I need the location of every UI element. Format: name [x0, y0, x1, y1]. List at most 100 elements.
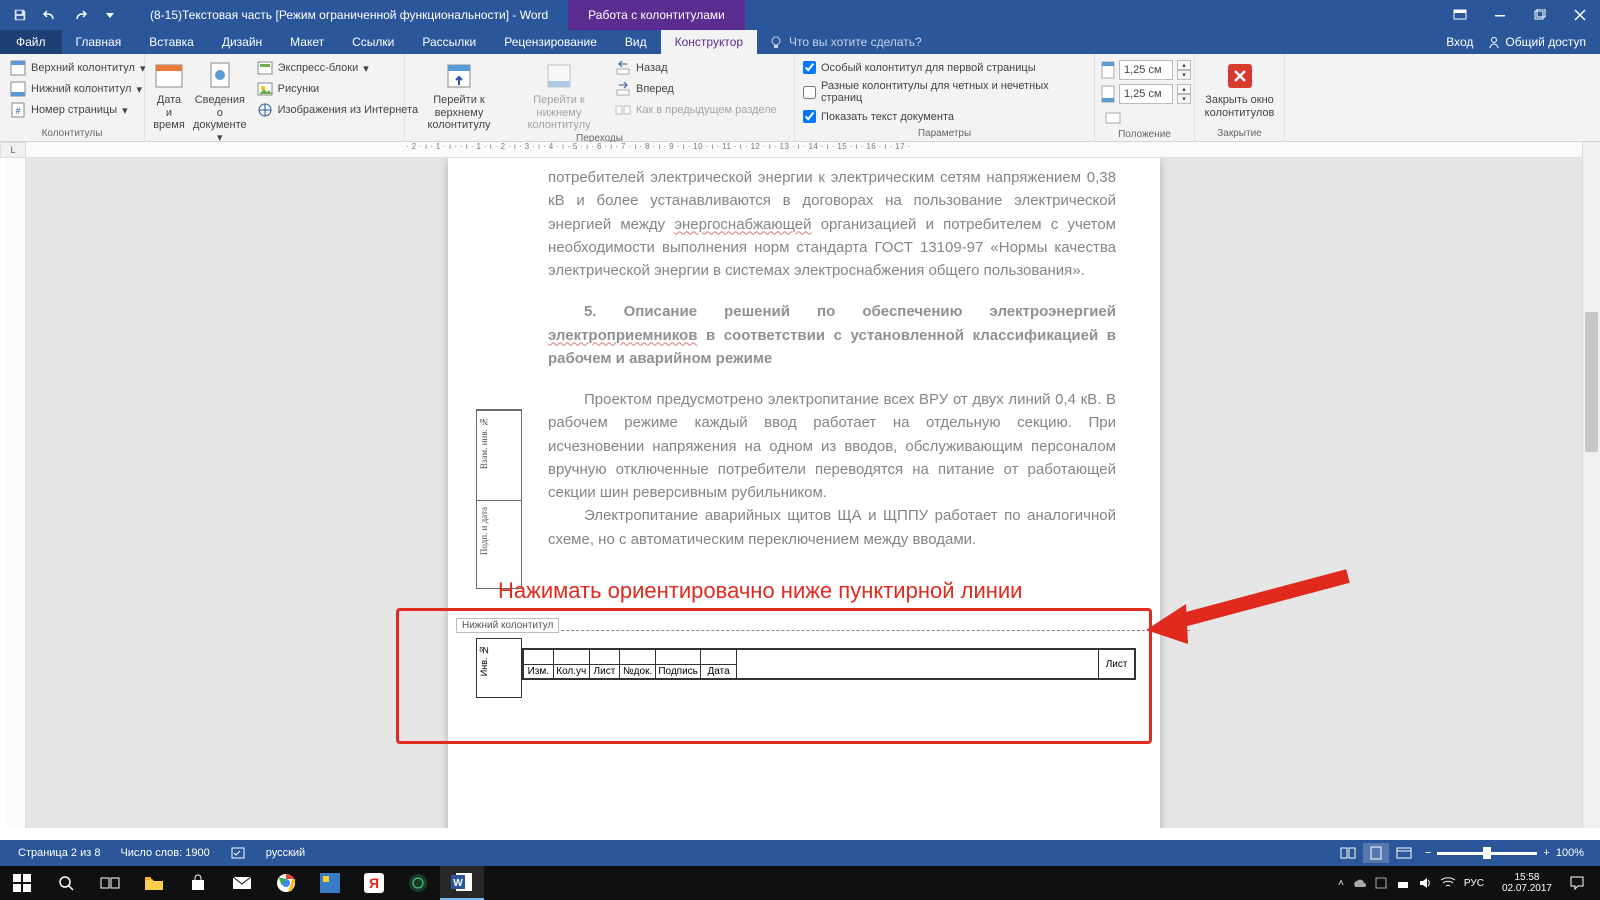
app-icon-1[interactable]: [308, 866, 352, 900]
show-doc-text-checkbox[interactable]: Показать текст документа: [801, 109, 1088, 124]
save-icon[interactable]: [6, 2, 34, 28]
wifi-icon[interactable]: [1440, 877, 1456, 889]
page-indicator[interactable]: Страница 2 из 8: [8, 847, 110, 859]
ribbon: Верхний колонтитул ▾ Нижний колонтитул ▾…: [0, 54, 1600, 142]
network-icon[interactable]: [1396, 876, 1410, 890]
share-icon: [1487, 35, 1501, 49]
maximize-icon[interactable]: [1520, 0, 1560, 30]
word-icon[interactable]: W: [440, 866, 484, 900]
chrome-icon[interactable]: [264, 866, 308, 900]
online-pictures-button[interactable]: Изображения из Интернета: [253, 100, 422, 120]
side-stamp-upper: Взам. инв. № Подп. и дата: [476, 409, 522, 589]
header-button[interactable]: Верхний колонтитул ▾: [6, 58, 149, 78]
ribbon-options-icon[interactable]: [1440, 0, 1480, 30]
tray-chevron-icon[interactable]: ˄: [1338, 878, 1344, 889]
tab-mailings[interactable]: Рассылки: [408, 30, 490, 54]
tab-design[interactable]: Дизайн: [208, 30, 276, 54]
horizontal-ruler[interactable]: · 2 · ı · 1 · ı · · ı · 1 · ı · 2 · ı · …: [26, 142, 1582, 158]
share-button[interactable]: Общий доступ: [1487, 35, 1586, 49]
zoom-value[interactable]: 100%: [1556, 847, 1584, 859]
link-previous-button: Как в предыдущем разделе: [611, 100, 781, 120]
zoom-slider[interactable]: [1437, 852, 1537, 855]
tell-me-box[interactable]: Что вы хотите сделать?: [757, 30, 934, 54]
yandex-icon[interactable]: Я: [352, 866, 396, 900]
zoom-out-icon[interactable]: −: [1425, 847, 1431, 859]
app-icon-2[interactable]: [396, 866, 440, 900]
close-header-footer-button[interactable]: Закрыть окно колонтитулов: [1201, 58, 1278, 119]
onedrive-icon[interactable]: [1352, 876, 1366, 890]
different-first-page-checkbox[interactable]: Особый колонтитул для первой страницы: [801, 60, 1088, 75]
task-view-icon[interactable]: [88, 866, 132, 900]
footer-button[interactable]: Нижний колонтитул ▾: [6, 79, 149, 99]
vertical-scrollbar[interactable]: [1582, 142, 1600, 828]
explorer-icon[interactable]: [132, 866, 176, 900]
date-time-button[interactable]: Дата и время: [151, 58, 187, 132]
spellcheck-icon[interactable]: [220, 846, 256, 860]
goto-header-button[interactable]: Перейти к верхнему колонтитулу: [411, 58, 507, 132]
ribbon-tabs: Файл Главная Вставка Дизайн Макет Ссылки…: [0, 30, 1600, 54]
document-area[interactable]: потребителей электрической энергии к эле…: [26, 158, 1582, 828]
next-button[interactable]: Вперед: [611, 79, 781, 99]
tab-file[interactable]: Файл: [0, 30, 62, 54]
odd-even-checkbox[interactable]: Разные колонтитулы для четных и нечетных…: [801, 79, 1088, 105]
insert-tab-button[interactable]: [1101, 108, 1191, 128]
tell-me-placeholder: Что вы хотите сделать?: [789, 35, 922, 49]
group-headers-footers: Верхний колонтитул ▾ Нижний колонтитул ▾…: [0, 54, 145, 141]
zoom-in-icon[interactable]: +: [1543, 847, 1549, 859]
print-layout-icon[interactable]: [1363, 843, 1389, 863]
scrollbar-thumb[interactable]: [1585, 312, 1598, 452]
clock[interactable]: 15:58 02.07.2017: [1494, 872, 1560, 894]
mail-icon[interactable]: [220, 866, 264, 900]
tab-view[interactable]: Вид: [611, 30, 661, 54]
web-layout-icon[interactable]: [1391, 843, 1417, 863]
tab-references[interactable]: Ссылки: [338, 30, 408, 54]
svg-text:W: W: [453, 878, 463, 889]
svg-text:#: #: [15, 106, 20, 116]
start-button[interactable]: [0, 866, 44, 900]
language-indicator[interactable]: русский: [256, 847, 315, 859]
annotation-text: Нажимать ориентировачно ниже пунктирной …: [498, 578, 1140, 604]
redo-icon[interactable]: [66, 2, 94, 28]
system-tray[interactable]: ˄ РУС: [1328, 876, 1494, 890]
vertical-ruler[interactable]: [6, 158, 26, 828]
tab-layout[interactable]: Макет: [276, 30, 338, 54]
group-options: Особый колонтитул для первой страницы Ра…: [795, 54, 1095, 141]
language-icon[interactable]: РУС: [1464, 878, 1484, 889]
undo-icon[interactable]: [36, 2, 64, 28]
group-insert: Дата и время Сведения о документе ▾ Эксп…: [145, 54, 405, 141]
status-bar: Страница 2 из 8 Число слов: 1900 русский…: [0, 840, 1600, 866]
document-title: (8-15)Текстовая часть [Режим ограниченно…: [130, 8, 568, 22]
pictures-button[interactable]: Рисунки: [253, 79, 422, 99]
quick-parts-button[interactable]: Экспресс-блоки ▾: [253, 58, 422, 78]
page-number-button[interactable]: #Номер страницы ▾: [6, 100, 149, 120]
search-icon[interactable]: [44, 866, 88, 900]
page-body[interactable]: потребителей электрической энергии к эле…: [448, 158, 1160, 551]
qat-dropdown-icon[interactable]: [96, 2, 124, 28]
tab-home[interactable]: Главная: [62, 30, 136, 54]
tab-design-tools[interactable]: Конструктор: [661, 30, 757, 54]
svg-text:Я: Я: [369, 875, 379, 891]
tab-review[interactable]: Рецензирование: [490, 30, 611, 54]
close-icon[interactable]: [1560, 0, 1600, 30]
zoom-control[interactable]: − + 100%: [1417, 847, 1592, 859]
goto-footer-button: Перейти к нижнему колонтитулу: [511, 58, 607, 132]
store-icon[interactable]: [176, 866, 220, 900]
windows-taskbar: Я W ˄ РУС 15:58 02.07.2017: [0, 866, 1600, 900]
word-count[interactable]: Число слов: 1900: [110, 847, 219, 859]
previous-button[interactable]: Назад: [611, 58, 781, 78]
minimize-icon[interactable]: [1480, 0, 1520, 30]
volume-icon[interactable]: [1418, 876, 1432, 890]
title-bar: (8-15)Текстовая часть [Режим ограниченно…: [0, 0, 1600, 30]
group-close: Закрыть окно колонтитулов Закрытие: [1195, 54, 1285, 141]
sign-in-link[interactable]: Вход: [1446, 35, 1473, 49]
header-from-top-spinner[interactable]: 1,25 см▴▾: [1101, 60, 1191, 80]
tab-insert[interactable]: Вставка: [135, 30, 208, 54]
group-navigation: Перейти к верхнему колонтитулу Перейти к…: [405, 54, 795, 141]
action-center-icon[interactable]: [1560, 866, 1594, 900]
read-mode-icon[interactable]: [1335, 843, 1361, 863]
share-label: Общий доступ: [1505, 35, 1586, 49]
footer-from-bottom-spinner[interactable]: 1,25 см▴▾: [1101, 84, 1191, 104]
doc-info-button[interactable]: Сведения о документе ▾: [191, 58, 249, 145]
view-buttons: [1335, 843, 1417, 863]
bluetooth-icon[interactable]: [1374, 876, 1388, 890]
